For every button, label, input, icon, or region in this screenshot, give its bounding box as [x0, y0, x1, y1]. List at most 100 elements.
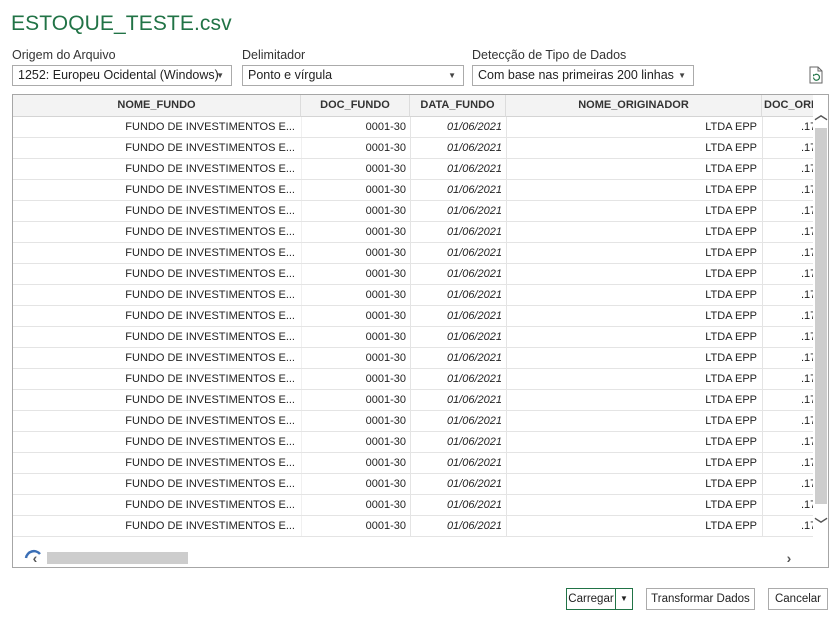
cell-data-fundo: 01/06/2021	[410, 369, 506, 389]
table-row: FUNDO DE INVESTIMENTOS E... 0001-30 01/06/…	[13, 117, 813, 138]
delimiter-label: Delimitador	[242, 48, 306, 62]
cell-doc-ori: .17	[762, 432, 813, 452]
refresh-file-icon[interactable]	[808, 66, 824, 84]
transform-data-button[interactable]: Transformar Dados	[646, 588, 755, 610]
vertical-scrollbar[interactable]: ︿ ﹀	[813, 107, 828, 535]
cell-doc-fundo: 0001-30	[301, 432, 410, 452]
table-row: FUNDO DE INVESTIMENTOS E... 0001-30 01/06/…	[13, 159, 813, 180]
cell-doc-fundo: 0001-30	[301, 453, 410, 473]
table-row: FUNDO DE INVESTIMENTOS E... 0001-30 01/06/…	[13, 264, 813, 285]
detection-select-value: Com base nas primeiras 200 linhas	[478, 68, 674, 82]
table-row: FUNDO DE INVESTIMENTOS E... 0001-30 01/06/…	[13, 222, 813, 243]
chevron-down-icon: ▼	[216, 71, 224, 80]
table-row: FUNDO DE INVESTIMENTOS E... 0001-30 01/06/…	[13, 474, 813, 495]
cell-doc-fundo: 0001-30	[301, 159, 410, 179]
cell-data-fundo: 01/06/2021	[410, 516, 506, 536]
cell-doc-ori: .17	[762, 180, 813, 200]
cell-doc-ori: .17	[762, 138, 813, 158]
cell-data-fundo: 01/06/2021	[410, 180, 506, 200]
table-row: FUNDO DE INVESTIMENTOS E... 0001-30 01/06/…	[13, 432, 813, 453]
cell-doc-fundo: 0001-30	[301, 474, 410, 494]
cell-nome-fundo: FUNDO DE INVESTIMENTOS E...	[125, 289, 295, 301]
column-header-nome-fundo[interactable]: NOME_FUNDO	[13, 95, 301, 117]
cell-doc-fundo: 0001-30	[301, 264, 410, 284]
column-header-doc-fundo[interactable]: DOC_FUNDO	[301, 95, 410, 117]
table-row: FUNDO DE INVESTIMENTOS E... 0001-30 01/06/…	[13, 516, 813, 537]
cell-doc-fundo: 0001-30	[301, 243, 410, 263]
table-row: FUNDO DE INVESTIMENTOS E... 0001-30 01/06/…	[13, 285, 813, 306]
cell-doc-ori: .17	[762, 306, 813, 326]
table-row: FUNDO DE INVESTIMENTOS E... 0001-30 01/06/…	[13, 411, 813, 432]
scroll-up-icon[interactable]: ︿	[813, 107, 828, 123]
table-row: FUNDO DE INVESTIMENTOS E... 0001-30 01/06/…	[13, 390, 813, 411]
cell-doc-fundo: 0001-30	[301, 369, 410, 389]
cell-data-fundo: 01/06/2021	[410, 474, 506, 494]
cell-nome-fundo: FUNDO DE INVESTIMENTOS E...	[125, 247, 295, 259]
cell-doc-ori: .17	[762, 243, 813, 263]
cell-nome-originador: LTDA EPP	[506, 117, 762, 137]
cell-nome-fundo: FUNDO DE INVESTIMENTOS E...	[125, 163, 295, 175]
cell-doc-ori: .17	[762, 117, 813, 137]
vertical-scroll-thumb[interactable]	[815, 128, 827, 504]
cell-nome-originador: LTDA EPP	[506, 411, 762, 431]
detection-label: Detecção de Tipo de Dados	[472, 48, 627, 62]
cell-data-fundo: 01/06/2021	[410, 306, 506, 326]
scroll-right-icon[interactable]: ›	[781, 549, 797, 567]
cell-doc-fundo: 0001-30	[301, 117, 410, 137]
column-header-nome-originador[interactable]: NOME_ORIGINADOR	[506, 95, 762, 117]
cell-nome-fundo: FUNDO DE INVESTIMENTOS E...	[125, 352, 295, 364]
cell-nome-fundo: FUNDO DE INVESTIMENTOS E...	[125, 436, 295, 448]
cell-doc-ori: .17	[762, 495, 813, 515]
cell-data-fundo: 01/06/2021	[410, 495, 506, 515]
column-header-data-fundo[interactable]: DATA_FUNDO	[410, 95, 506, 117]
cell-data-fundo: 01/06/2021	[410, 348, 506, 368]
cell-data-fundo: 01/06/2021	[410, 243, 506, 263]
chevron-down-icon: ▼	[678, 71, 686, 80]
cell-doc-ori: .17	[762, 411, 813, 431]
cell-nome-fundo: FUNDO DE INVESTIMENTOS E...	[125, 121, 295, 133]
table-row: FUNDO DE INVESTIMENTOS E... 0001-30 01/06/…	[13, 138, 813, 159]
load-button[interactable]: Carregar	[566, 588, 616, 610]
table-body: FUNDO DE INVESTIMENTOS E... 0001-30 01/06/…	[13, 117, 813, 537]
table-row: FUNDO DE INVESTIMENTOS E... 0001-30 01/06/…	[13, 369, 813, 390]
cell-doc-ori: .17	[762, 348, 813, 368]
cell-nome-originador: LTDA EPP	[506, 306, 762, 326]
horizontal-scrollbar[interactable]: ‹ ›	[13, 549, 813, 567]
cancel-button[interactable]: Cancelar	[768, 588, 828, 610]
cell-doc-fundo: 0001-30	[301, 495, 410, 515]
cell-nome-originador: LTDA EPP	[506, 264, 762, 284]
cell-nome-fundo: FUNDO DE INVESTIMENTOS E...	[125, 268, 295, 280]
cell-data-fundo: 01/06/2021	[410, 264, 506, 284]
cell-nome-fundo: FUNDO DE INVESTIMENTOS E...	[125, 478, 295, 490]
table-row: FUNDO DE INVESTIMENTOS E... 0001-30 01/06/…	[13, 306, 813, 327]
column-header-doc-ori[interactable]: DOC_ORI	[762, 95, 813, 117]
cell-nome-originador: LTDA EPP	[506, 495, 762, 515]
cell-nome-originador: LTDA EPP	[506, 243, 762, 263]
cell-doc-ori: .17	[762, 264, 813, 284]
load-options-dropdown[interactable]: ▼	[615, 588, 633, 610]
cell-doc-ori: .17	[762, 516, 813, 536]
cell-data-fundo: 01/06/2021	[410, 201, 506, 221]
chevron-down-icon: ▼	[620, 594, 628, 603]
origin-select-value: 1252: Europeu Ocidental (Windows)	[18, 68, 219, 82]
delimiter-select-value: Ponto e vírgula	[248, 68, 333, 82]
cell-nome-originador: LTDA EPP	[506, 138, 762, 158]
cell-nome-fundo: FUNDO DE INVESTIMENTOS E...	[125, 457, 295, 469]
scroll-down-icon[interactable]: ﹀	[813, 517, 828, 533]
horizontal-scroll-thumb[interactable]	[47, 552, 188, 564]
cell-data-fundo: 01/06/2021	[410, 117, 506, 137]
cell-nome-originador: LTDA EPP	[506, 201, 762, 221]
cell-doc-ori: .17	[762, 159, 813, 179]
cell-doc-fundo: 0001-30	[301, 327, 410, 347]
cell-nome-originador: LTDA EPP	[506, 453, 762, 473]
detection-select[interactable]: Com base nas primeiras 200 linhas ▼	[472, 65, 694, 86]
origin-select[interactable]: 1252: Europeu Ocidental (Windows) ▼	[12, 65, 232, 86]
cell-nome-originador: LTDA EPP	[506, 180, 762, 200]
cell-nome-fundo: FUNDO DE INVESTIMENTOS E...	[125, 520, 295, 532]
delimiter-select[interactable]: Ponto e vírgula ▼	[242, 65, 464, 86]
cell-nome-fundo: FUNDO DE INVESTIMENTOS E...	[125, 331, 295, 343]
cell-nome-fundo: FUNDO DE INVESTIMENTOS E...	[125, 499, 295, 511]
cell-doc-fundo: 0001-30	[301, 411, 410, 431]
cell-nome-fundo: FUNDO DE INVESTIMENTOS E...	[125, 226, 295, 238]
chevron-down-icon: ▼	[448, 71, 456, 80]
